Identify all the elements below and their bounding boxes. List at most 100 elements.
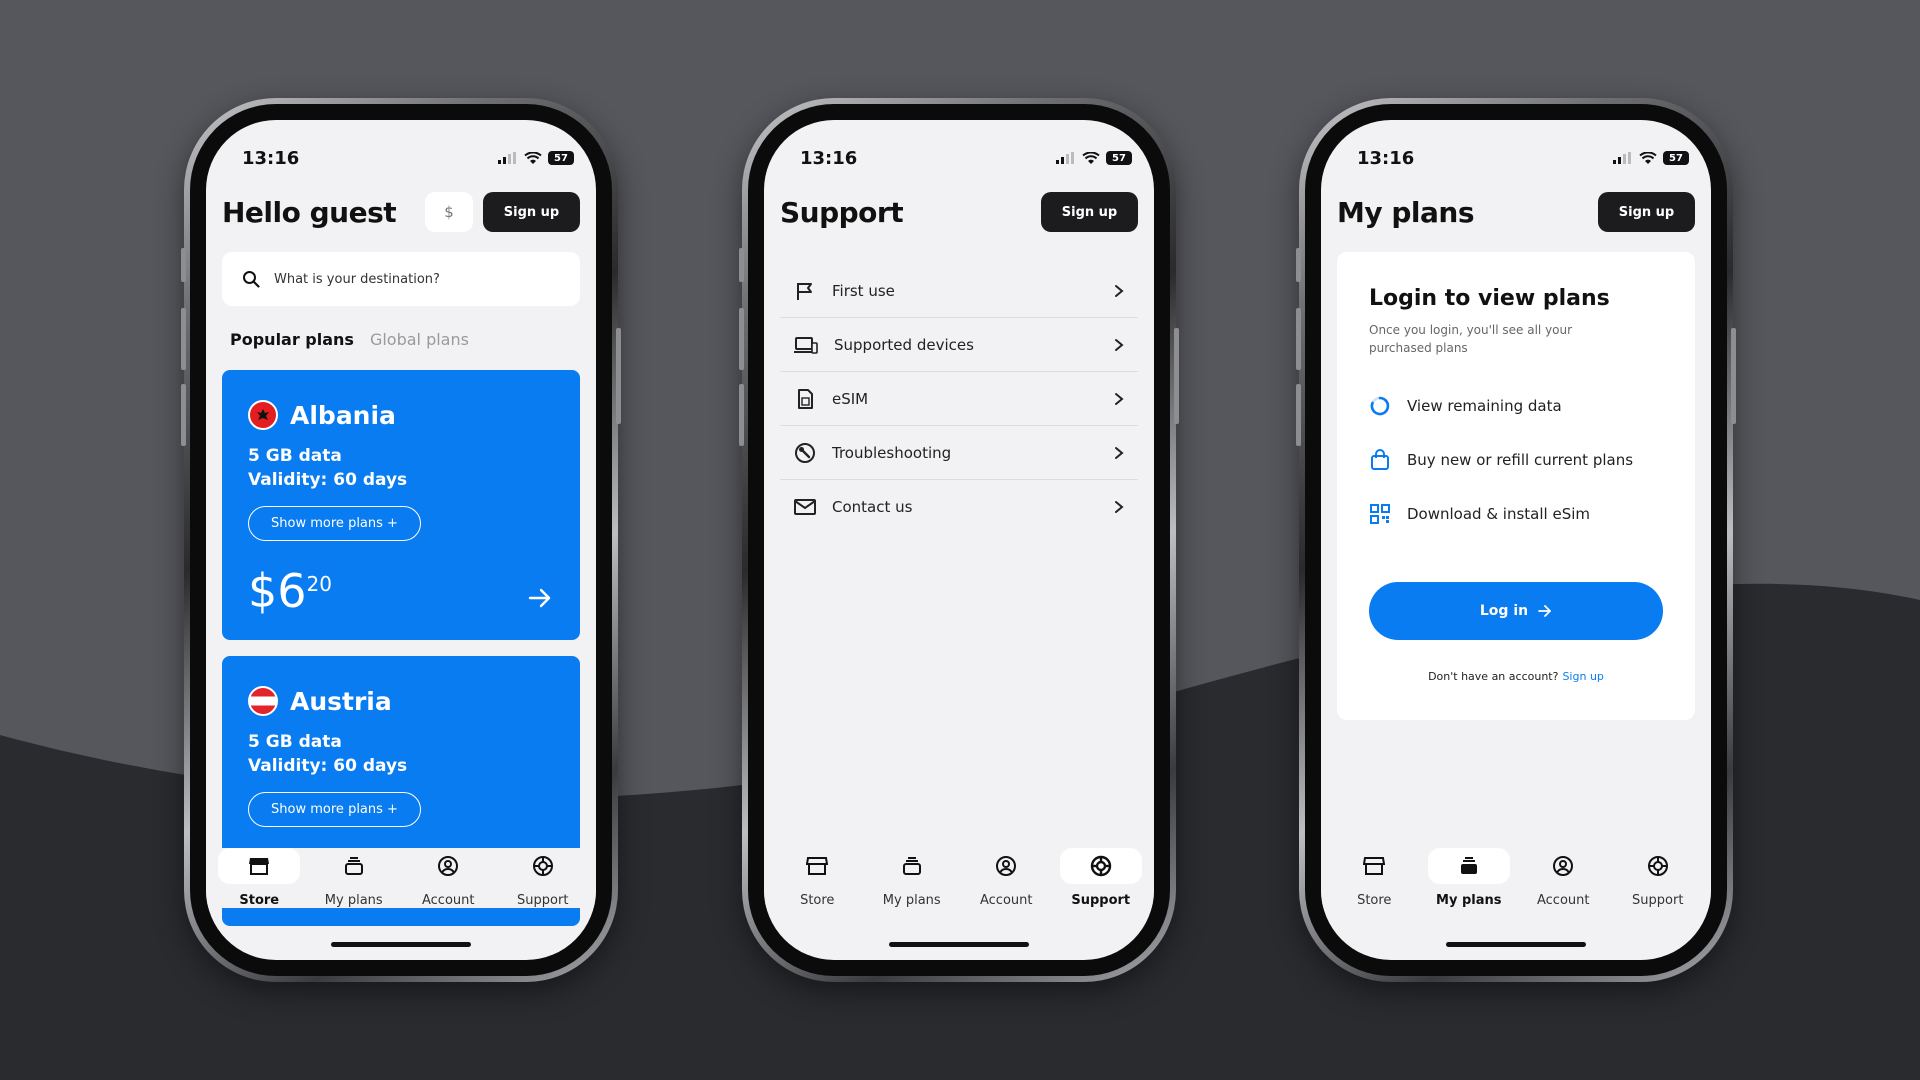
nav-my-plans[interactable]: My plans [865, 848, 960, 908]
my-plans-screen: 13:16 57 My plans Sign up Login to view … [1321, 120, 1711, 960]
plan-card-albania[interactable]: Albania 5 GB data Validity: 60 days Show… [222, 370, 580, 640]
nav-account[interactable]: Account [1516, 848, 1611, 908]
card-validity: Validity: 60 days [248, 756, 408, 776]
support-item-contact-us[interactable]: Contact us [780, 480, 1138, 534]
nav-store[interactable]: Store [212, 848, 307, 908]
signal-icon [1613, 152, 1631, 164]
status-time: 13:16 [242, 147, 300, 169]
qr-code-icon [1370, 504, 1390, 524]
login-card: Login to view plans Once you login, you'… [1337, 252, 1695, 720]
nav-support[interactable]: Support [1611, 848, 1706, 908]
nav-account[interactable]: Account [401, 848, 496, 908]
login-button[interactable]: Log in [1369, 582, 1663, 640]
store-icon [249, 858, 270, 875]
signup-button[interactable]: Sign up [483, 192, 580, 232]
nav-store[interactable]: Store [770, 848, 865, 908]
chevron-right-icon [1115, 338, 1124, 351]
support-item-label: Troubleshooting [832, 443, 952, 462]
signup-button[interactable]: Sign up [1598, 192, 1695, 232]
login-button-label: Log in [1479, 603, 1529, 619]
status-time: 13:16 [1357, 147, 1415, 169]
feature-label: View remaining data [1407, 397, 1562, 415]
card-data-amount: 5 GB data [248, 446, 342, 466]
card-country-name: Albania [290, 400, 396, 430]
status-bar: 13:16 57 [1321, 120, 1711, 182]
austria-flag-icon [248, 686, 278, 716]
chevron-right-icon [1115, 501, 1124, 513]
support-item-supported-devices[interactable]: Supported devices [780, 318, 1138, 372]
signup-link[interactable]: Sign up [1562, 670, 1603, 683]
card-validity: Validity: 60 days [248, 470, 408, 490]
nav-label: Store [239, 893, 280, 908]
plans-stack-icon [1460, 857, 1477, 874]
home-indicator[interactable] [331, 942, 471, 947]
nav-store[interactable]: Store [1327, 848, 1422, 908]
store-screen: 13:16 57 Hello guest $ Sign up What is y… [206, 120, 596, 960]
tab-popular-plans[interactable]: Popular plans [230, 330, 354, 349]
lifebuoy-icon [532, 856, 553, 876]
lifebuoy-icon [1647, 856, 1668, 876]
feature-view-remaining-data: View remaining data [1369, 379, 1663, 433]
nav-my-plans[interactable]: My plans [1422, 848, 1517, 908]
status-bar: 13:16 57 [764, 120, 1154, 182]
nav-label: Support [1632, 893, 1684, 908]
phone-support: 13:16 57 Support Sign up First use Suppo… [739, 98, 1179, 982]
nav-label: Account [422, 893, 475, 908]
plans-stack-icon [344, 857, 363, 875]
support-item-label: First use [832, 281, 895, 300]
chevron-right-icon [1115, 392, 1124, 405]
search-icon [243, 271, 260, 288]
sim-icon [798, 388, 813, 409]
circle-progress-icon [1370, 396, 1390, 416]
tab-global-plans[interactable]: Global plans [370, 330, 469, 349]
phone-my-plans: 13:16 57 My plans Sign up Login to view … [1296, 98, 1736, 982]
lifebuoy-icon [1090, 855, 1111, 877]
plans-stack-icon [902, 857, 921, 875]
battery-icon: 57 [1106, 151, 1132, 165]
support-screen: 13:16 57 Support Sign up First use Suppo… [764, 120, 1154, 960]
support-item-label: Supported devices [834, 335, 974, 354]
support-item-troubleshooting[interactable]: Troubleshooting [780, 426, 1138, 480]
account-icon [996, 856, 1017, 876]
nav-support[interactable]: Support [1054, 848, 1149, 908]
home-indicator[interactable] [889, 942, 1029, 947]
signup-button[interactable]: Sign up [1041, 192, 1138, 232]
nav-label: Store [800, 893, 835, 908]
wifi-icon [1639, 151, 1657, 164]
show-more-plans-button[interactable]: Show more plans + [248, 506, 421, 541]
show-more-plans-button[interactable]: Show more plans + [248, 792, 421, 827]
support-list: First use Supported devices eSIM Trouble… [780, 264, 1138, 534]
mail-icon [794, 499, 816, 515]
devices-icon [794, 336, 818, 354]
arrow-right-icon [1538, 605, 1551, 617]
card-country-name: Austria [290, 686, 392, 716]
phone-store: 13:16 57 Hello guest $ Sign up What is y… [181, 98, 621, 982]
battery-icon: 57 [1663, 151, 1689, 165]
support-item-label: eSIM [832, 389, 869, 408]
nav-label: Support [517, 893, 569, 908]
bottom-nav: Store My plans Account Support [206, 848, 596, 908]
support-item-esim[interactable]: eSIM [780, 372, 1138, 426]
signal-icon [498, 152, 516, 164]
page-title: Hello guest [222, 195, 397, 229]
nav-support[interactable]: Support [496, 848, 591, 908]
nav-my-plans[interactable]: My plans [307, 848, 402, 908]
home-indicator[interactable] [1446, 942, 1586, 947]
feature-label: Buy new or refill current plans [1407, 451, 1634, 469]
chevron-right-icon [1115, 284, 1124, 297]
support-item-label: Contact us [832, 498, 913, 516]
albania-flag-icon [248, 400, 278, 430]
account-icon [438, 856, 459, 876]
page-title: Support [780, 195, 904, 229]
nav-label: Account [1537, 893, 1590, 908]
nav-label: My plans [324, 893, 383, 908]
bottom-nav: Store My plans Account Support [1321, 848, 1711, 908]
feature-buy-refill: Buy new or refill current plans [1369, 433, 1663, 487]
search-input[interactable]: What is your destination? [222, 252, 580, 306]
nav-account[interactable]: Account [959, 848, 1054, 908]
support-item-first-use[interactable]: First use [780, 264, 1138, 318]
arrow-right-icon[interactable] [528, 588, 552, 608]
nav-label: Account [980, 893, 1033, 908]
page-title: My plans [1337, 195, 1475, 229]
currency-button[interactable]: $ [425, 192, 473, 232]
